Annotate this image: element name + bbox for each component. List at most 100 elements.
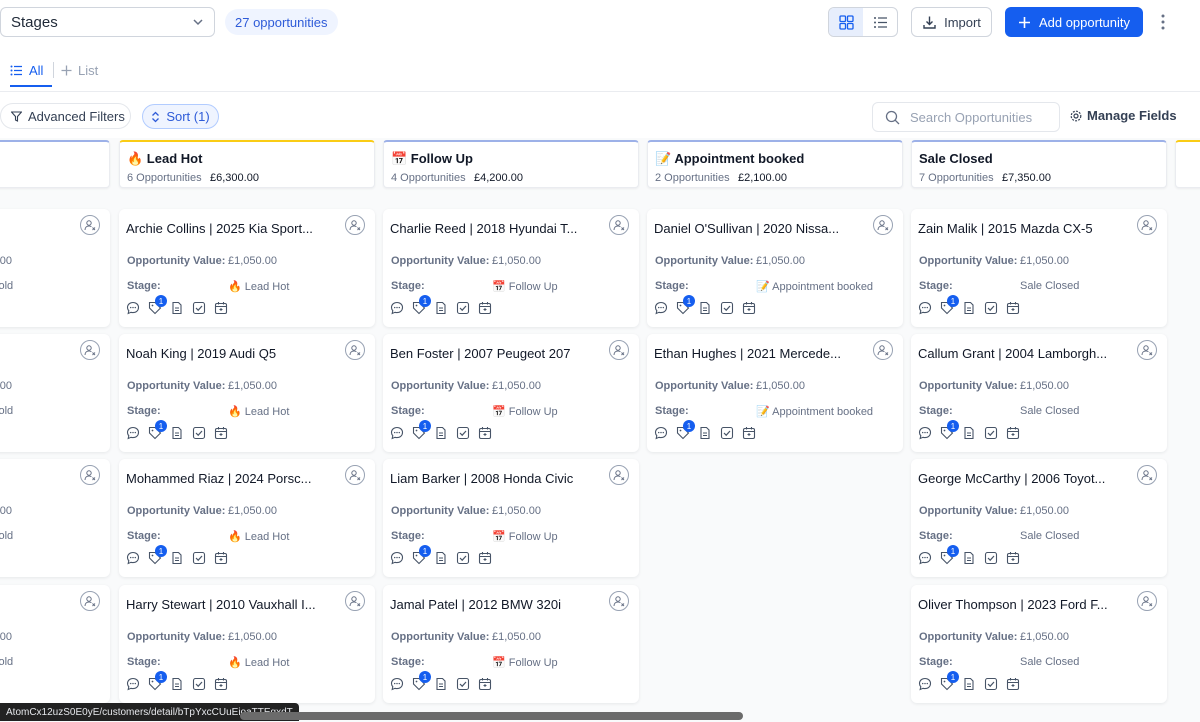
opportunity-card[interactable]: Noah King | 2019 Audi Q5 Opportunity Valu… xyxy=(119,334,375,452)
opportunity-card[interactable]: Liam Barker | 2008 Honda Civic Opportunit… xyxy=(383,459,639,577)
document-icon[interactable] xyxy=(434,677,448,691)
checkbox-icon[interactable] xyxy=(720,426,734,440)
assign-user-icon[interactable] xyxy=(1137,215,1157,235)
grid-view-button[interactable] xyxy=(829,8,863,36)
opportunity-card[interactable]: Daniel O'Sullivan | 2020 Nissa... Opportu… xyxy=(647,209,903,327)
checkbox-icon[interactable] xyxy=(192,426,206,440)
chat-icon[interactable] xyxy=(126,551,140,565)
calendar-icon[interactable] xyxy=(214,301,228,315)
chat-icon[interactable] xyxy=(390,551,404,565)
tag-icon[interactable]: 1 xyxy=(148,295,167,315)
checkbox-icon[interactable] xyxy=(984,677,998,691)
tag-icon[interactable]: 1 xyxy=(412,420,431,440)
opportunity-title[interactable]: | 2021 Porsc... xyxy=(0,597,66,612)
opportunity-title[interactable]: George McCarthy | 2006 Toyot... xyxy=(918,471,1123,486)
tag-icon[interactable]: 1 xyxy=(412,545,431,565)
opportunity-title[interactable]: Mohammed Riaz | 2024 Porsc... xyxy=(126,471,331,486)
tag-icon[interactable]: 1 xyxy=(148,545,167,565)
tag-icon[interactable]: 1 xyxy=(676,295,695,315)
column-header[interactable]: 📅 Follow Up 4 Opportunities £4,200.00 xyxy=(383,140,639,188)
chat-icon[interactable] xyxy=(654,426,668,440)
tag-icon[interactable]: 1 xyxy=(148,671,167,691)
opportunity-title[interactable]: Noah King | 2019 Audi Q5 xyxy=(126,346,331,361)
assign-user-icon[interactable] xyxy=(80,591,100,611)
document-icon[interactable] xyxy=(434,551,448,565)
calendar-icon[interactable] xyxy=(1006,426,1020,440)
checkbox-icon[interactable] xyxy=(456,677,470,691)
opportunity-title[interactable]: Ethan Hughes | 2021 Mercede... xyxy=(654,346,859,361)
opportunity-title[interactable]: Jamal Patel | 2012 BMW 320i xyxy=(390,597,595,612)
chat-icon[interactable] xyxy=(126,301,140,315)
calendar-icon[interactable] xyxy=(478,301,492,315)
opportunity-card[interactable]: | 2004 Mazda CX-5Opportunity Value:£1,05… xyxy=(0,459,110,577)
opportunity-card[interactable]: | 2006 Toyot...Opportunity Value:£1,050.… xyxy=(0,209,110,327)
calendar-icon[interactable] xyxy=(478,677,492,691)
opportunity-card[interactable]: Harry Stewart | 2010 Vauxhall I... Opport… xyxy=(119,585,375,703)
assign-user-icon[interactable] xyxy=(345,215,365,235)
calendar-icon[interactable] xyxy=(214,551,228,565)
chat-icon[interactable] xyxy=(390,301,404,315)
checkbox-icon[interactable] xyxy=(192,551,206,565)
opportunity-card[interactable]: | 2021 Porsc...Opportunity Value:£1,050.… xyxy=(0,585,110,703)
tag-icon[interactable]: 1 xyxy=(940,545,959,565)
opportunity-card[interactable]: Ethan Hughes | 2021 Mercede... Opportunit… xyxy=(647,334,903,452)
opportunity-card[interactable]: | 2019 Kia Sport...Opportunity Value:£1,… xyxy=(0,334,110,452)
stage-pipeline-select[interactable]: Stages xyxy=(0,7,215,37)
calendar-icon[interactable] xyxy=(478,551,492,565)
document-icon[interactable] xyxy=(962,677,976,691)
document-icon[interactable] xyxy=(434,301,448,315)
assign-user-icon[interactable] xyxy=(873,215,893,235)
calendar-icon[interactable] xyxy=(214,677,228,691)
opportunity-title[interactable]: Callum Grant | 2004 Lamborgh... xyxy=(918,346,1123,361)
opportunity-title[interactable]: Zain Malik | 2015 Mazda CX-5 xyxy=(918,221,1123,236)
opportunity-card[interactable]: Charlie Reed | 2018 Hyundai T... Opportun… xyxy=(383,209,639,327)
checkbox-icon[interactable] xyxy=(192,301,206,315)
tag-icon[interactable]: 1 xyxy=(940,295,959,315)
opportunity-card[interactable]: Archie Collins | 2025 Kia Sport... Opport… xyxy=(119,209,375,327)
chat-icon[interactable] xyxy=(390,677,404,691)
opportunity-card[interactable]: Oliver Thompson | 2023 Ford F... Opportun… xyxy=(911,585,1167,703)
tab-add-list[interactable]: List xyxy=(61,52,98,88)
opportunity-title[interactable]: | 2006 Toyot... xyxy=(0,221,66,236)
column-header[interactable]: Sale Closed 7 Opportunities £7,350.00 xyxy=(911,140,1167,188)
opportunity-title[interactable]: Daniel O'Sullivan | 2020 Nissa... xyxy=(654,221,859,236)
opportunity-title[interactable]: Oliver Thompson | 2023 Ford F... xyxy=(918,597,1123,612)
assign-user-icon[interactable] xyxy=(609,340,629,360)
document-icon[interactable] xyxy=(434,426,448,440)
opportunity-title[interactable]: Ben Foster | 2007 Peugeot 207 xyxy=(390,346,595,361)
chat-icon[interactable] xyxy=(654,301,668,315)
tag-icon[interactable]: 1 xyxy=(412,295,431,315)
calendar-icon[interactable] xyxy=(478,426,492,440)
checkbox-icon[interactable] xyxy=(720,301,734,315)
tab-all[interactable]: All xyxy=(10,52,43,88)
tag-icon[interactable]: 1 xyxy=(412,671,431,691)
tag-icon[interactable]: 1 xyxy=(148,420,167,440)
document-icon[interactable] xyxy=(170,301,184,315)
chat-icon[interactable] xyxy=(126,426,140,440)
checkbox-icon[interactable] xyxy=(456,301,470,315)
checkbox-icon[interactable] xyxy=(984,301,998,315)
checkbox-icon[interactable] xyxy=(192,677,206,691)
calendar-icon[interactable] xyxy=(742,301,756,315)
search-opportunities-input[interactable]: Search Opportunities xyxy=(872,102,1060,132)
document-icon[interactable] xyxy=(698,301,712,315)
opportunity-title[interactable]: Archie Collins | 2025 Kia Sport... xyxy=(126,221,331,236)
sort-button[interactable]: Sort (1) xyxy=(142,104,219,129)
assign-user-icon[interactable] xyxy=(1137,465,1157,485)
opportunity-title[interactable]: Charlie Reed | 2018 Hyundai T... xyxy=(390,221,595,236)
document-icon[interactable] xyxy=(962,301,976,315)
opportunity-card[interactable]: George McCarthy | 2006 Toyot... Opportuni… xyxy=(911,459,1167,577)
checkbox-icon[interactable] xyxy=(984,426,998,440)
assign-user-icon[interactable] xyxy=(609,591,629,611)
calendar-icon[interactable] xyxy=(214,426,228,440)
assign-user-icon[interactable] xyxy=(80,215,100,235)
add-opportunity-button[interactable]: Add opportunity xyxy=(1005,7,1143,37)
more-options-icon[interactable] xyxy=(1157,12,1169,32)
opportunity-title[interactable]: | 2019 Kia Sport... xyxy=(0,346,66,361)
manage-fields-button[interactable]: Manage Fields xyxy=(1070,108,1177,123)
tag-icon[interactable]: 1 xyxy=(676,420,695,440)
chat-icon[interactable] xyxy=(126,677,140,691)
opportunity-title[interactable]: | 2004 Mazda CX-5 xyxy=(0,471,66,486)
calendar-icon[interactable] xyxy=(1006,301,1020,315)
calendar-icon[interactable] xyxy=(742,426,756,440)
